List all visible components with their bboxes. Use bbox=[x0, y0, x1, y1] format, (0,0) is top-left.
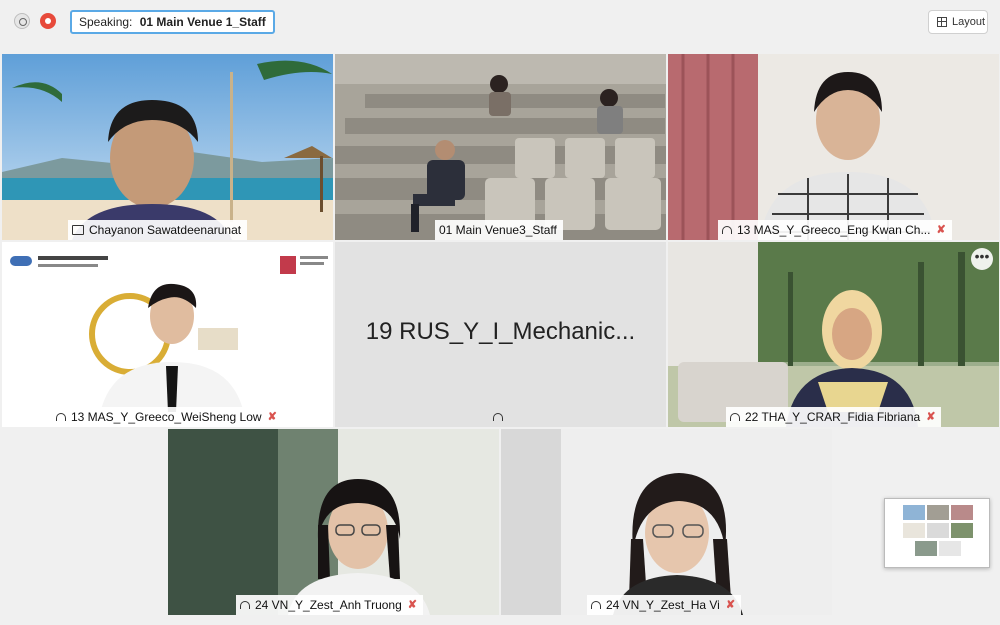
minimap-tile bbox=[903, 505, 925, 520]
speaking-label: Speaking: bbox=[79, 15, 133, 29]
participant-nametag: 24 VN_Y_Zest_Ha Vi ✘ bbox=[587, 595, 742, 615]
minimap-tile bbox=[927, 523, 949, 538]
headset-icon bbox=[56, 413, 66, 421]
video-tile[interactable]: Chayanon Sawatdeenarunat bbox=[2, 54, 333, 240]
headset-icon bbox=[722, 226, 732, 234]
headset-icon bbox=[493, 413, 503, 421]
gallery-minimap[interactable] bbox=[884, 498, 990, 568]
headset-icon bbox=[591, 601, 601, 609]
participant-video bbox=[168, 429, 499, 615]
participant-nametag: 22 THA_Y_CRAR_Fidia Fibriana ✘ bbox=[726, 407, 942, 427]
mic-muted-icon: ✘ bbox=[725, 599, 736, 611]
meeting-info-icon[interactable] bbox=[14, 13, 30, 29]
participant-name: 13 MAS_Y_Greeco_WeiSheng Low bbox=[71, 410, 262, 424]
participant-nametag: 13 MAS_Y_Greeco_Eng Kwan Ch... ✘ bbox=[718, 220, 952, 240]
video-tile[interactable]: 01 Main Venue3_Staff bbox=[335, 54, 666, 240]
top-bar: Speaking: 01 Main Venue 1_Staff Layout bbox=[0, 0, 1000, 44]
video-tile[interactable]: 24 VN_Y_Zest_Anh Truong ✘ bbox=[168, 429, 499, 615]
participant-display-name: 19 RUS_Y_I_Mechanic... bbox=[365, 318, 636, 345]
mic-muted-icon: ✘ bbox=[407, 599, 417, 611]
minimap-tile bbox=[927, 505, 949, 520]
participant-name: 24 VN_Y_Zest_Anh Truong bbox=[255, 598, 402, 612]
video-tile[interactable]: 24 VN_Y_Zest_Ha Vi ✘ bbox=[501, 429, 832, 615]
mic-muted-icon: ✘ bbox=[936, 224, 946, 236]
minimap-tile bbox=[903, 523, 925, 538]
participant-video bbox=[668, 54, 999, 240]
participant-name: 22 THA_Y_CRAR_Fidia Fibriana bbox=[745, 410, 921, 424]
more-options-icon[interactable]: ••• bbox=[971, 248, 993, 270]
layout-button[interactable]: Layout bbox=[928, 10, 988, 34]
participant-nametag: 01 Main Venue3_Staff bbox=[435, 220, 563, 240]
participant-video bbox=[668, 242, 999, 427]
participant-nametag: 24 VN_Y_Zest_Anh Truong ✘ bbox=[236, 595, 423, 615]
minimap-tile bbox=[915, 541, 937, 556]
participant-name: 13 MAS_Y_Greeco_Eng Kwan Ch... bbox=[737, 223, 931, 237]
participant-nametag bbox=[489, 407, 514, 427]
headset-icon bbox=[730, 413, 740, 421]
minimap-tile bbox=[951, 505, 973, 520]
mic-muted-icon: ✘ bbox=[926, 411, 936, 423]
video-tile[interactable]: ••• 22 THA_Y_CRAR_Fidia Fibriana ✘ bbox=[668, 242, 999, 427]
participant-nametag: 13 MAS_Y_Greeco_WeiSheng Low ✘ bbox=[52, 407, 283, 427]
participant-nametag: Chayanon Sawatdeenarunat bbox=[68, 220, 248, 240]
participant-video bbox=[335, 54, 666, 240]
speaking-name: 01 Main Venue 1_Staff bbox=[139, 15, 266, 29]
video-tile[interactable]: 19 RUS_Y_I_Mechanic... bbox=[335, 242, 666, 427]
recording-icon[interactable] bbox=[40, 13, 56, 29]
video-tile[interactable]: 13 MAS_Y_Greeco_WeiSheng Low ✘ bbox=[2, 242, 333, 427]
participant-video bbox=[2, 242, 333, 427]
mic-muted-icon: ✘ bbox=[267, 411, 277, 423]
minimap-tile bbox=[951, 523, 973, 538]
participant-name: 01 Main Venue3_Staff bbox=[439, 223, 557, 237]
participant-video bbox=[2, 54, 333, 240]
speaking-indicator: Speaking: 01 Main Venue 1_Staff bbox=[70, 10, 275, 34]
participant-name: 24 VN_Y_Zest_Ha Vi bbox=[606, 598, 720, 612]
headset-icon bbox=[240, 601, 250, 609]
screen-icon bbox=[72, 225, 84, 235]
minimap-tile bbox=[939, 541, 961, 556]
participant-name: Chayanon Sawatdeenarunat bbox=[89, 223, 242, 237]
video-tile[interactable]: 13 MAS_Y_Greeco_Eng Kwan Ch... ✘ bbox=[668, 54, 999, 240]
layout-label: Layout bbox=[952, 16, 986, 28]
participant-video bbox=[501, 429, 832, 615]
grid-icon bbox=[937, 17, 947, 27]
